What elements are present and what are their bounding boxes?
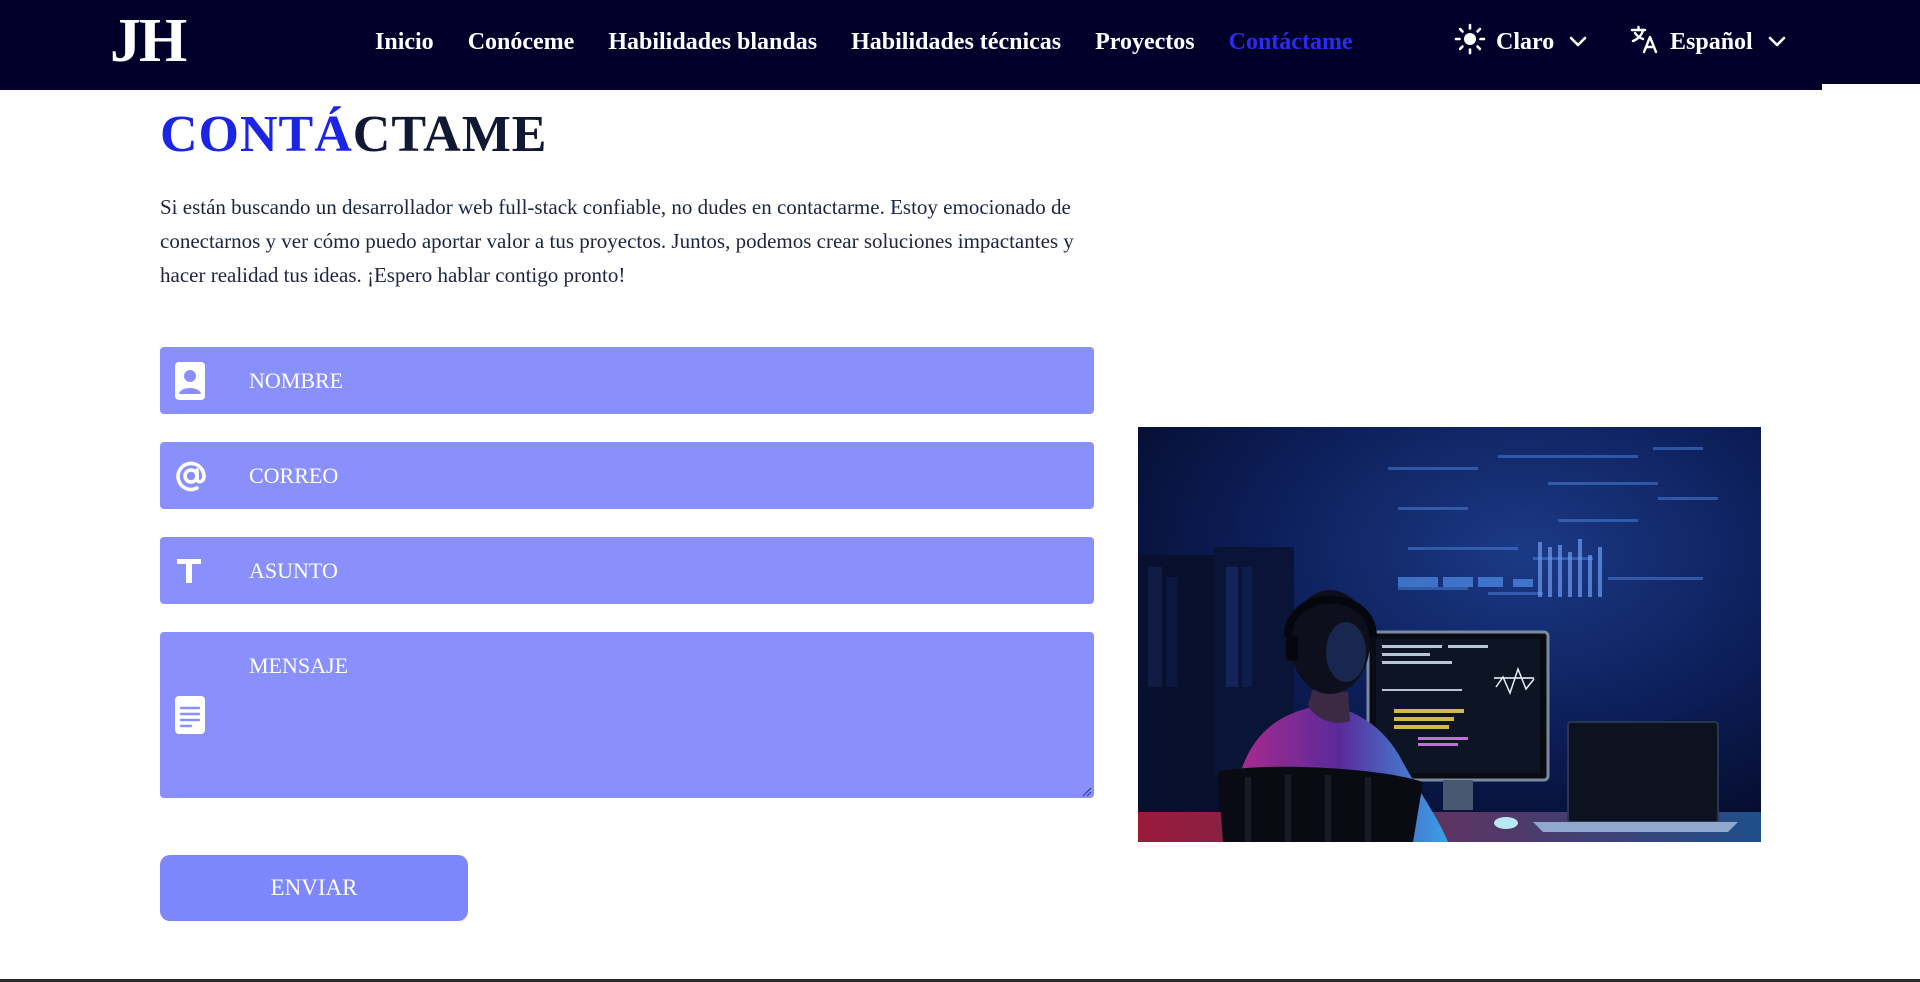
resize-handle[interactable] bbox=[1080, 784, 1092, 797]
page-title-accent: CONTÁ bbox=[160, 106, 353, 163]
navbar-edge bbox=[1822, 0, 1920, 84]
name-input[interactable]: NOMBRE bbox=[249, 347, 1069, 414]
theme-toggle[interactable]: Claro bbox=[1454, 22, 1588, 62]
message-field[interactable]: MENSAJE bbox=[160, 632, 1094, 798]
subject-field[interactable]: ASUNTO bbox=[160, 537, 1094, 604]
message-input[interactable]: MENSAJE bbox=[249, 651, 1069, 681]
translate-icon bbox=[1630, 24, 1660, 61]
intro-text: Si están buscando un desarrollador web f… bbox=[160, 195, 1074, 287]
submit-button[interactable]: ENVIAR bbox=[160, 855, 468, 921]
page-title: CONTÁCTAME bbox=[160, 100, 548, 170]
nav-item-conoceme[interactable]: Conóceme bbox=[468, 29, 575, 56]
language-toggle[interactable]: Español bbox=[1630, 22, 1787, 62]
language-label: Español bbox=[1670, 28, 1753, 55]
name-field[interactable]: NOMBRE bbox=[160, 347, 1094, 414]
sun-icon bbox=[1454, 23, 1486, 62]
subject-input[interactable]: ASUNTO bbox=[249, 537, 1069, 604]
nav-item-habilidades-blandas[interactable]: Habilidades blandas bbox=[608, 29, 817, 56]
nav-item-proyectos[interactable]: Proyectos bbox=[1095, 29, 1195, 56]
email-field[interactable]: CORREO bbox=[160, 442, 1094, 509]
chevron-down-icon bbox=[1568, 35, 1588, 49]
nav-links: Inicio Conóceme Habilidades blandas Habi… bbox=[375, 22, 1353, 62]
nav-item-inicio[interactable]: Inicio bbox=[375, 29, 434, 56]
theme-label: Claro bbox=[1496, 28, 1555, 55]
nav-item-contactame[interactable]: Contáctame bbox=[1229, 29, 1353, 56]
user-icon bbox=[160, 347, 234, 414]
text-icon bbox=[160, 537, 234, 604]
chevron-down-icon bbox=[1767, 35, 1787, 49]
email-input[interactable]: CORREO bbox=[249, 442, 1069, 509]
page-title-rest: CTAME bbox=[352, 106, 548, 163]
document-icon bbox=[160, 682, 234, 749]
developer-photo bbox=[1138, 427, 1761, 842]
navbar: JH Inicio Conóceme Habilidades blandas H… bbox=[0, 0, 1822, 90]
nav-item-habilidades-tecnicas[interactable]: Habilidades técnicas bbox=[851, 29, 1061, 56]
at-sign-icon bbox=[160, 442, 234, 509]
brand-logo[interactable]: JH bbox=[110, 6, 187, 76]
